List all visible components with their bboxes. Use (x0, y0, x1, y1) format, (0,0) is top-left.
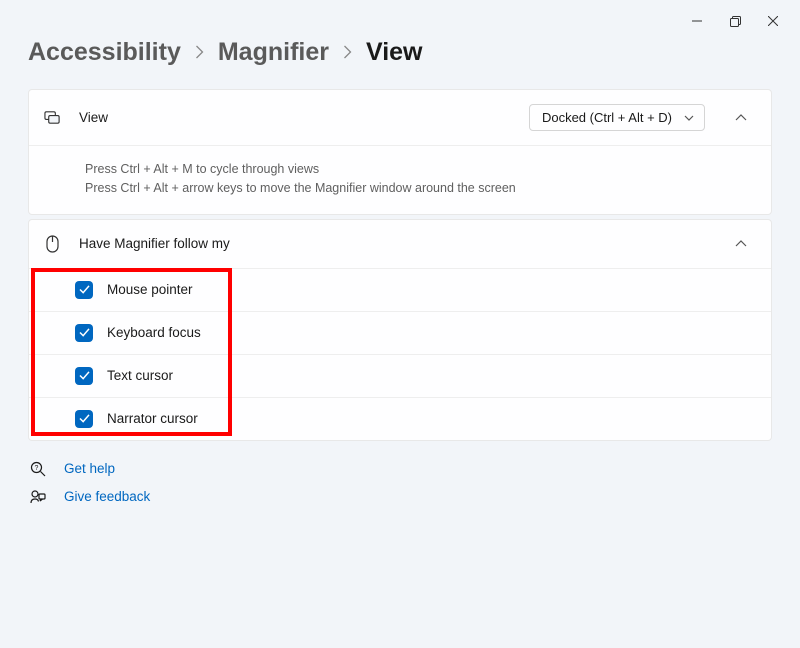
checkbox-icon (75, 324, 93, 342)
give-feedback-link[interactable]: Give feedback (64, 489, 150, 504)
get-help-row: ? Get help (30, 461, 772, 477)
chevron-right-icon (195, 44, 204, 64)
checkbox-narrator-cursor[interactable]: Narrator cursor (29, 397, 771, 440)
feedback-icon (30, 489, 46, 505)
collapse-chevron[interactable] (731, 108, 751, 128)
svg-text:?: ? (35, 465, 39, 472)
checkbox-mouse-pointer[interactable]: Mouse pointer (29, 269, 771, 311)
view-icon (43, 109, 61, 127)
view-card-title: View (79, 110, 511, 125)
checkbox-label: Text cursor (107, 368, 173, 383)
view-tip-2: Press Ctrl + Alt + arrow keys to move th… (85, 179, 751, 198)
window-controls (0, 0, 800, 34)
checkbox-label: Mouse pointer (107, 282, 193, 297)
checkbox-label: Keyboard focus (107, 325, 201, 340)
follow-check-list: Mouse pointer Keyboard focus Text cursor… (29, 268, 771, 440)
checkbox-icon (75, 410, 93, 428)
get-help-link[interactable]: Get help (64, 461, 115, 476)
checkbox-label: Narrator cursor (107, 411, 198, 426)
minimize-button[interactable] (678, 8, 716, 34)
breadcrumb: Accessibility Magnifier View (28, 38, 772, 67)
mouse-icon (43, 235, 61, 253)
chevron-up-icon (735, 240, 747, 247)
chevron-down-icon (684, 115, 694, 121)
breadcrumb-view: View (366, 38, 423, 67)
help-links: ? Get help Give feedback (28, 461, 772, 505)
follow-card-title: Have Magnifier follow my (79, 236, 705, 251)
view-card-header[interactable]: View Docked (Ctrl + Alt + D) (29, 90, 771, 145)
follow-card: Have Magnifier follow my Mouse pointer K… (28, 219, 772, 441)
view-card-tips: Press Ctrl + Alt + M to cycle through vi… (29, 145, 771, 214)
give-feedback-row: Give feedback (30, 489, 772, 505)
checkbox-keyboard-focus[interactable]: Keyboard focus (29, 311, 771, 354)
help-icon: ? (30, 461, 46, 477)
close-button[interactable] (754, 8, 792, 34)
checkbox-icon (75, 281, 93, 299)
chevron-up-icon (735, 114, 747, 121)
collapse-chevron[interactable] (731, 234, 751, 254)
view-mode-dropdown[interactable]: Docked (Ctrl + Alt + D) (529, 104, 705, 131)
chevron-right-icon (343, 44, 352, 64)
follow-card-header[interactable]: Have Magnifier follow my (29, 220, 771, 268)
breadcrumb-accessibility[interactable]: Accessibility (28, 38, 181, 67)
view-tip-1: Press Ctrl + Alt + M to cycle through vi… (85, 160, 751, 179)
dropdown-label: Docked (Ctrl + Alt + D) (542, 110, 672, 125)
checkbox-icon (75, 367, 93, 385)
maximize-button[interactable] (716, 8, 754, 34)
view-card: View Docked (Ctrl + Alt + D) Press Ctrl … (28, 89, 772, 215)
checkbox-text-cursor[interactable]: Text cursor (29, 354, 771, 397)
breadcrumb-magnifier[interactable]: Magnifier (218, 38, 329, 67)
